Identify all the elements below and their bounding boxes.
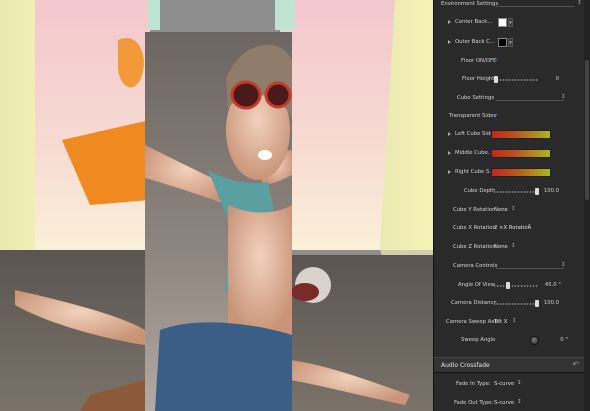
outer-back-row: Outer Back C... ▾ [434,36,590,50]
camera-distance-slider[interactable] [494,303,538,305]
scrollbar-thumb[interactable] [585,60,589,200]
floor-height-row: Floor Height 0 [434,73,590,87]
floor-height-slider[interactable] [494,79,538,81]
cube-depth-value[interactable]: 100.0 [537,188,559,194]
cube-x-rotation-popup[interactable]: 2 ×X Rotation [494,225,531,231]
center-back-color-swatch[interactable] [498,18,507,27]
floor-onoff-row: Floor ON/OFF ✓ [434,55,590,69]
fade-out-type-label: Fade Out Type: [454,400,494,406]
cube-settings-header: Cube Settings ↕ [434,92,590,106]
cube-y-rotation-popup[interactable]: None [494,207,508,213]
chevron-down-icon[interactable]: ▾ [508,38,513,47]
disclosure-triangle-icon[interactable] [448,151,451,155]
left-cube-sides-row: Left Cube Sides [434,128,590,142]
header-divider [496,268,564,269]
camera-controls-label: Camera Controls [453,263,498,269]
outer-back-label: Outer Back C... [455,39,496,45]
right-cube-row: Right Cube S... [434,166,590,180]
sweep-angle-value[interactable]: 0 ° [546,337,568,343]
updown-arrow-icon[interactable]: ↕ [577,0,582,6]
disclosure-triangle-icon[interactable] [448,170,451,174]
center-back-row: Center Back... ▾ [434,16,590,30]
camera-controls-header: Camera Controls ↕ [434,260,590,274]
middle-cube-label: Middle Cube... [455,150,493,156]
sweep-angle-row: Sweep Angle 0 ° [434,334,590,348]
cube-depth-row: Cube Depth 100.0 [434,185,590,199]
transparent-sides-label: Transparent Sides [449,113,497,119]
fade-in-type-popup[interactable]: S-curve [494,381,514,387]
header-divider [496,100,564,101]
fade-in-type-row: Fade In Type: S-curve ↕ [434,378,590,392]
fade-out-type-row: Fade Out Type: S-curve ↕ [434,397,590,411]
viewer-canvas[interactable] [0,0,433,411]
environment-settings-header: Environment Settings ↕ [434,0,590,12]
outer-back-color-swatch[interactable] [498,38,507,47]
middle-cube-gradient[interactable] [491,149,551,158]
left-cube-sides-gradient[interactable] [491,130,551,139]
cube-y-rotation-label: Cube Y Rotation [453,207,496,213]
middle-cube-row: Middle Cube... [434,147,590,161]
cube-z-rotation-row: Cube Z Rotation None ↕ [434,241,590,255]
fade-in-type-label: Fade In Type: [456,381,491,387]
updown-arrow-icon[interactable]: ↕ [517,380,522,386]
audio-crossfade-section[interactable]: Audio Crossfade ↶ [434,357,585,373]
cube-z-rotation-label: Cube Z Rotation [453,244,496,250]
inspector-scrollbar[interactable] [584,0,590,411]
camera-sweep-axis-label: Camera Sweep Axis [446,319,499,325]
right-cube-gradient[interactable] [491,168,551,177]
sweep-angle-label: Sweep Angle [461,337,496,343]
transparent-sides-checkbox[interactable]: ✓ [493,113,500,120]
right-cube-label: Right Cube S... [455,169,495,175]
chevron-down-icon[interactable]: ▾ [508,18,513,27]
camera-sweep-axis-popup[interactable]: Tilt X [494,319,507,325]
updown-arrow-icon[interactable]: ↕ [512,318,517,324]
audio-crossfade-title: Audio Crossfade [441,362,490,369]
camera-sweep-axis-row: Camera Sweep Axis Tilt X ↕ [434,316,590,330]
cube-z-rotation-popup[interactable]: None [494,244,508,250]
updown-arrow-icon[interactable]: ↕ [561,262,566,268]
header-divider [496,6,574,7]
floor-onoff-checkbox[interactable]: ✓ [493,58,500,65]
cube-depth-label: Cube Depth [464,188,496,194]
cube-settings-label: Cube Settings [457,95,495,101]
updown-arrow-icon[interactable]: ↕ [527,224,532,230]
floor-height-value[interactable]: 0 [537,76,559,82]
angle-of-view-row: Angle Of View 45.0 ° [434,279,590,293]
floor-height-label: Floor Height [462,76,495,82]
inspector-panel: Environment Settings ↕ Center Back... ▾ … [433,0,590,411]
floor-height-slider-knob[interactable] [494,76,498,83]
updown-arrow-icon[interactable]: ↕ [517,399,522,405]
fade-out-type-popup[interactable]: S-curve [494,400,514,406]
sweep-angle-dial[interactable] [530,336,539,345]
updown-arrow-icon[interactable]: ↕ [511,206,516,212]
cube-transition-preview [0,0,433,411]
cube-x-rotation-label: Cube X Rotation [453,225,496,231]
camera-distance-row: Camera Distance 100.0 [434,297,590,311]
cube-x-rotation-row: Cube X Rotation 2 ×X Rotation ↕ [434,222,590,236]
camera-distance-label: Camera Distance [451,300,497,306]
disclosure-triangle-icon[interactable] [448,40,451,44]
angle-of-view-slider-knob[interactable] [506,282,510,289]
transparent-sides-row: Transparent Sides ✓ [434,110,590,124]
cube-y-rotation-row: Cube Y Rotation None ↕ [434,204,590,218]
reset-arrow-icon[interactable]: ↶ [572,360,579,369]
angle-of-view-value[interactable]: 45.0 ° [539,282,561,288]
center-back-label: Center Back... [455,19,493,25]
disclosure-triangle-icon[interactable] [448,132,451,136]
camera-distance-value[interactable]: 100.0 [537,300,559,306]
updown-arrow-icon[interactable]: ↕ [511,243,516,249]
angle-of-view-label: Angle Of View [458,282,496,288]
angle-of-view-slider[interactable] [494,285,538,287]
disclosure-triangle-icon[interactable] [448,20,451,24]
updown-arrow-icon[interactable]: ↕ [561,94,566,100]
cube-depth-slider[interactable] [494,191,538,193]
floor-onoff-label: Floor ON/OFF [461,58,497,64]
environment-settings-label: Environment Settings [441,1,499,7]
